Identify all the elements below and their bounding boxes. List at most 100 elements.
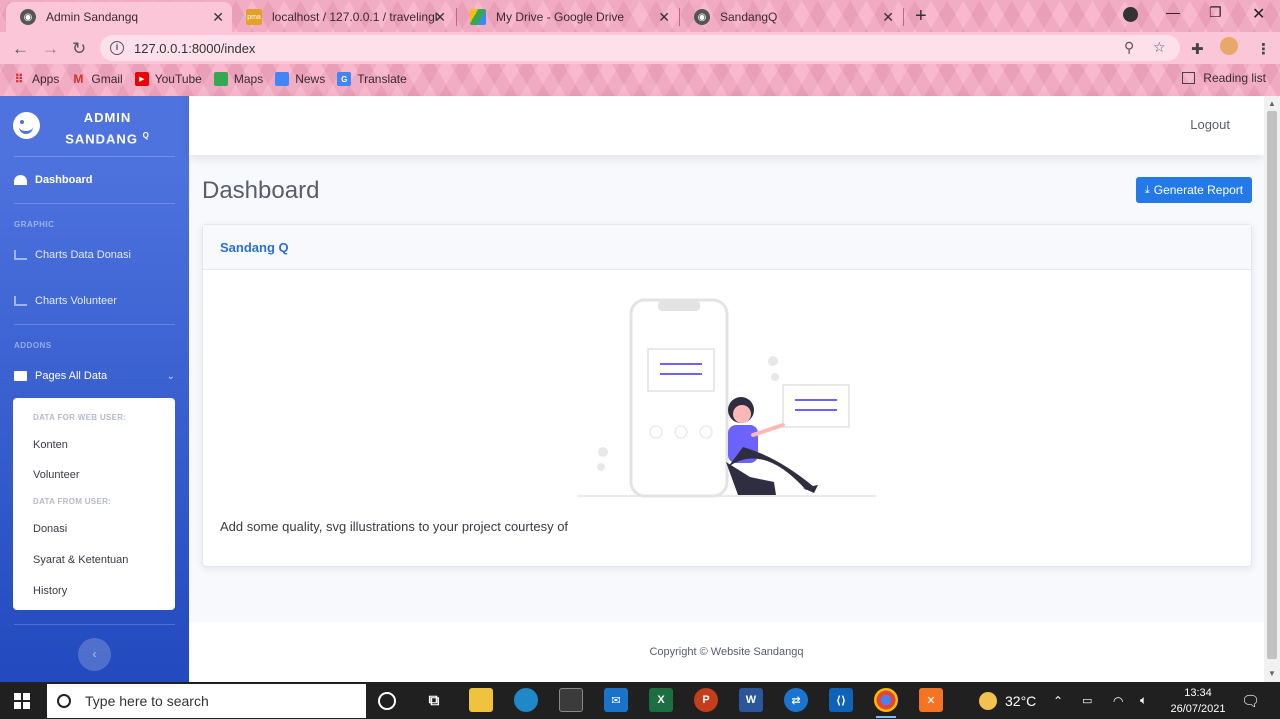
sidebar-item-label: Charts Data Donasi bbox=[35, 249, 131, 261]
sidebar-item-pages-all-data[interactable]: Pages All Data ⌄ bbox=[14, 370, 175, 382]
footer: Copyright © Website Sandangq bbox=[189, 622, 1264, 682]
weather-widget[interactable]: 32°C bbox=[979, 682, 1036, 719]
volume-icon[interactable]: 🔈︎ bbox=[1140, 682, 1147, 719]
bookmark-news[interactable]: News bbox=[275, 72, 325, 86]
browser-toolbar: ← → ↻ i 127.0.0.1:8000/index ⚲ ☆ ✚ ⋮ bbox=[0, 32, 1280, 64]
windows-start-icon[interactable] bbox=[14, 693, 30, 709]
taskbar-search[interactable]: Type here to search bbox=[47, 684, 366, 718]
zoom-icon[interactable]: ⚲ bbox=[1124, 39, 1134, 56]
tab-sandangq[interactable]: ◉ SandangQ ✕ bbox=[680, 2, 902, 32]
xampp-icon[interactable]: ✕ bbox=[919, 688, 943, 712]
submenu-item-konten[interactable]: Konten bbox=[33, 439, 68, 451]
close-icon[interactable]: ✕ bbox=[212, 9, 224, 26]
pages-submenu: DATA FOR WEB USER: Konten Volunteer DATA… bbox=[13, 398, 175, 610]
submenu-item-syarat[interactable]: Syarat & Ketentuan bbox=[33, 554, 128, 566]
generate-report-label: Generate Report bbox=[1153, 183, 1244, 197]
mail-icon[interactable]: ✉ bbox=[604, 688, 628, 712]
reload-icon[interactable]: ↻ bbox=[72, 39, 86, 59]
topbar: Logout bbox=[189, 96, 1264, 155]
bookmarks-bar: ⠿ Apps M Gmail ▶ YouTube Maps News G Tra… bbox=[0, 64, 1280, 94]
excel-icon[interactable]: X bbox=[649, 688, 673, 712]
sidebar: ADMIN SANDANG Q Dashboard GRAPHIC Charts… bbox=[0, 96, 189, 682]
submenu-item-donasi[interactable]: Donasi bbox=[33, 523, 67, 535]
brand-sup: Q bbox=[142, 131, 150, 140]
sidebar-toggle-button[interactable]: ‹ bbox=[78, 638, 111, 671]
taskbar-clock[interactable]: 13:34 26/07/2021 bbox=[1168, 685, 1228, 717]
reading-list-button[interactable]: Reading list bbox=[1182, 71, 1266, 85]
tab-search-icon[interactable] bbox=[1123, 7, 1138, 22]
windows-taskbar: Type here to search ⧉ ✉ X P W ⇄ ⟨⟩ ✕ 32°… bbox=[0, 682, 1280, 719]
new-tab-button[interactable]: + bbox=[915, 5, 927, 28]
menu-kebab-icon[interactable]: ⋮ bbox=[1256, 40, 1271, 58]
forward-icon[interactable]: → bbox=[42, 39, 59, 59]
task-view-icon[interactable]: ⧉ bbox=[422, 688, 446, 712]
close-icon[interactable]: ✕ bbox=[658, 9, 670, 26]
back-icon[interactable]: ← bbox=[12, 39, 29, 59]
sidebar-item-dashboard[interactable]: Dashboard bbox=[14, 174, 92, 186]
sidebar-item-label: Pages All Data bbox=[35, 370, 108, 382]
bookmark-star-icon[interactable]: ☆ bbox=[1153, 39, 1166, 56]
tachometer-icon bbox=[14, 175, 27, 185]
scroll-down-icon[interactable]: ▼ bbox=[1268, 669, 1276, 678]
show-hidden-icons[interactable]: ⌃ bbox=[1053, 682, 1063, 719]
bookmark-label: Maps bbox=[233, 72, 264, 86]
window-close-icon[interactable]: ✕ bbox=[1252, 4, 1265, 24]
word-icon[interactable]: W bbox=[739, 688, 763, 712]
sidebar-heading-addons: ADDONS bbox=[14, 341, 52, 350]
close-icon[interactable]: ✕ bbox=[434, 9, 446, 26]
tab-label: localhost / 127.0.0.1 / travelingku bbox=[272, 10, 437, 24]
sidebar-item-label: Charts Volunteer bbox=[35, 295, 117, 307]
bookmark-label: Gmail bbox=[91, 72, 123, 86]
sidebar-item-charts-donasi[interactable]: Charts Data Donasi bbox=[14, 249, 131, 261]
profile-avatar[interactable] bbox=[1220, 37, 1238, 55]
address-bar[interactable]: i 127.0.0.1:8000/index ⚲ ☆ bbox=[100, 35, 1180, 61]
folder-icon bbox=[14, 371, 27, 381]
tab-google-drive[interactable]: My Drive - Google Drive ✕ bbox=[456, 2, 678, 32]
cortana-icon[interactable] bbox=[378, 692, 396, 710]
file-explorer-icon[interactable] bbox=[469, 688, 493, 712]
tab-phpmyadmin[interactable]: pma localhost / 127.0.0.1 / travelingku … bbox=[232, 2, 454, 32]
wifi-icon[interactable]: ◠ bbox=[1113, 682, 1123, 719]
generate-report-button[interactable]: ⤓ Generate Report bbox=[1136, 177, 1252, 203]
footer-copyright: Copyright © Website Sandangq bbox=[649, 646, 804, 658]
minimize-icon[interactable]: — bbox=[1166, 4, 1180, 20]
translate-icon: G bbox=[337, 72, 352, 86]
card-title: Sandang Q bbox=[220, 240, 289, 255]
logout-link[interactable]: Logout bbox=[1190, 117, 1230, 132]
extensions-icon[interactable]: ✚ bbox=[1191, 40, 1204, 58]
submenu-heading-from-user: DATA FROM USER: bbox=[33, 497, 112, 506]
battery-icon[interactable]: ▭ bbox=[1082, 682, 1092, 719]
powerpoint-icon[interactable]: P bbox=[694, 688, 718, 712]
content-card: Sandang Q Add some quality, svg illustra… bbox=[202, 224, 1252, 567]
apps-grid-icon: ⠿ bbox=[14, 72, 24, 86]
scroll-up-icon[interactable]: ▲ bbox=[1268, 99, 1276, 108]
teamviewer-icon[interactable]: ⇄ bbox=[784, 688, 808, 712]
submenu-item-history[interactable]: History bbox=[33, 585, 67, 597]
bookmark-gmail[interactable]: M Gmail bbox=[71, 72, 122, 86]
weather-sun-icon bbox=[979, 691, 997, 710]
bookmark-translate[interactable]: G Translate bbox=[337, 72, 407, 86]
notifications-icon[interactable]: 🗨︎ bbox=[1241, 682, 1260, 719]
bookmark-apps[interactable]: ⠿ Apps bbox=[12, 72, 59, 86]
sidebar-item-charts-volunteer[interactable]: Charts Volunteer bbox=[14, 295, 117, 307]
tab-admin-sandangq[interactable]: ◉ Admin Sandangq ✕ bbox=[6, 2, 232, 32]
temperature: 32°C bbox=[1005, 692, 1037, 709]
google-drive-icon bbox=[470, 9, 486, 25]
page-scrollbar[interactable]: ▲ ▼ bbox=[1264, 96, 1280, 682]
tab-label: My Drive - Google Drive bbox=[496, 10, 625, 24]
search-icon bbox=[57, 694, 71, 708]
edge-icon[interactable] bbox=[514, 688, 538, 712]
vscode-icon[interactable]: ⟨⟩ bbox=[829, 688, 853, 712]
bookmark-label: News bbox=[295, 72, 326, 86]
bookmark-youtube[interactable]: ▶ YouTube bbox=[134, 72, 202, 86]
restore-icon[interactable]: ❐ bbox=[1209, 4, 1222, 21]
close-icon[interactable]: ✕ bbox=[882, 9, 894, 26]
store-icon[interactable] bbox=[559, 688, 583, 712]
clock-time: 13:34 bbox=[1184, 687, 1212, 699]
submenu-item-volunteer[interactable]: Volunteer bbox=[33, 469, 79, 481]
site-info-icon[interactable]: i bbox=[110, 41, 124, 55]
chrome-icon[interactable] bbox=[874, 688, 898, 718]
scrollbar-thumb[interactable] bbox=[1267, 111, 1277, 659]
bookmark-maps[interactable]: Maps bbox=[213, 72, 264, 86]
sidebar-brand[interactable]: ADMIN SANDANG Q bbox=[0, 96, 189, 156]
